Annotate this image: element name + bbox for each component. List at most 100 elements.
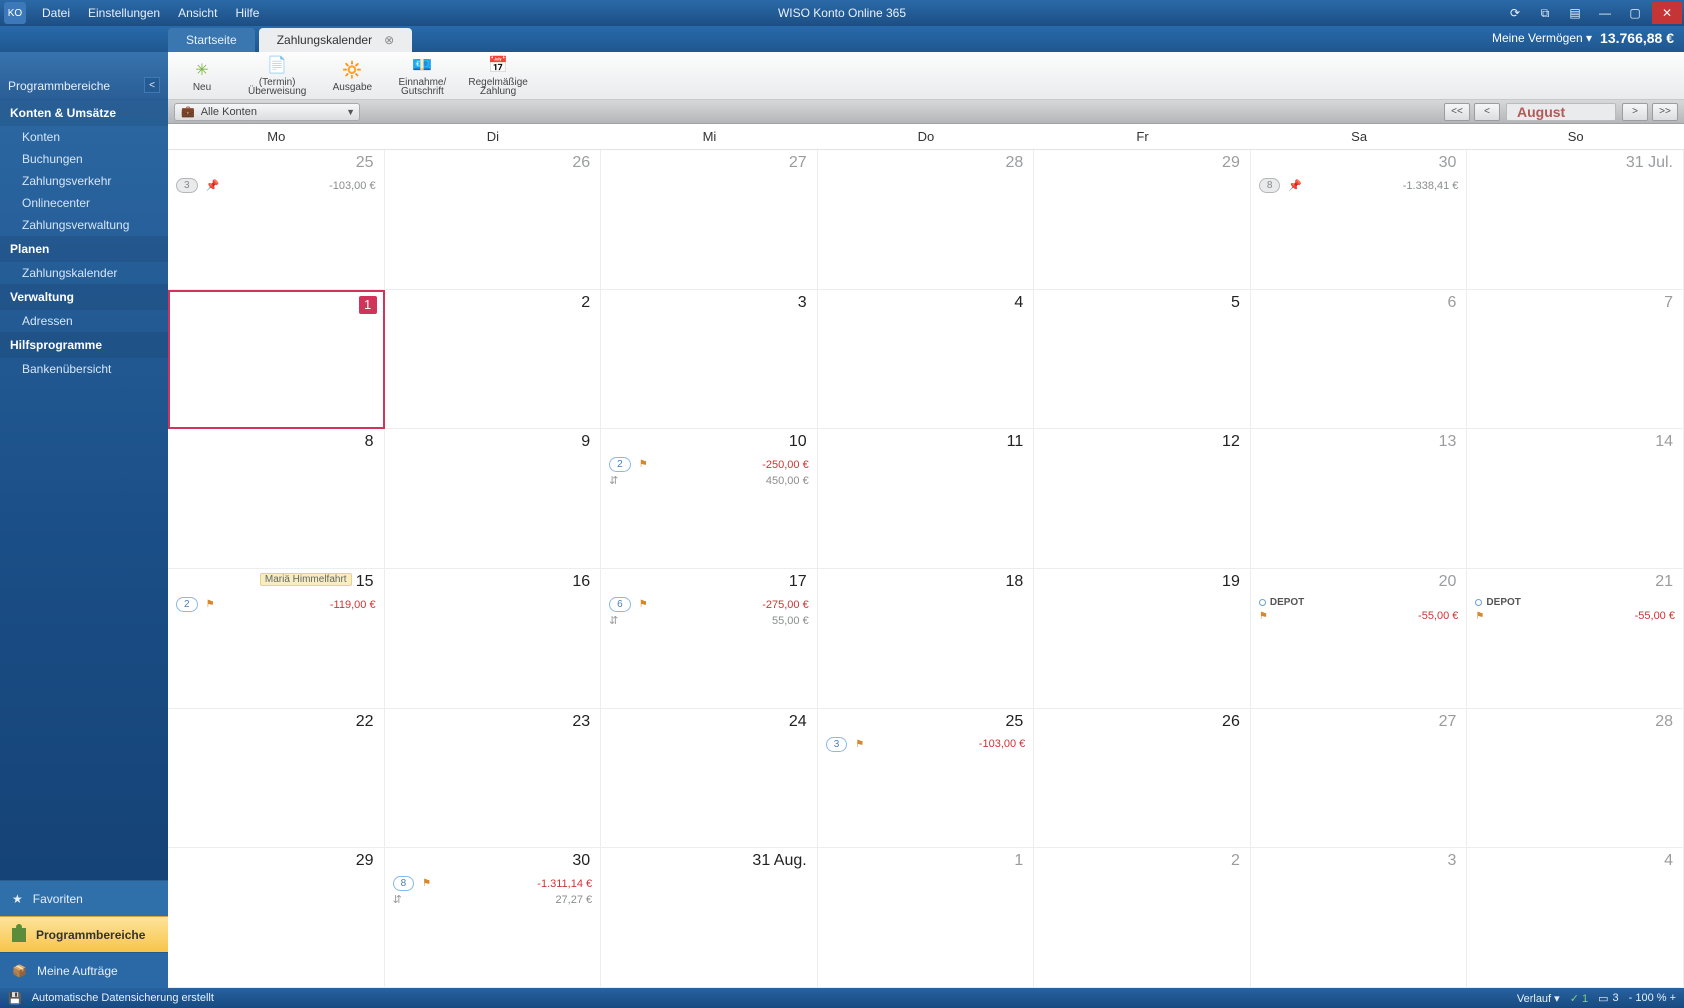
- entry-amount: -55,00 €: [1418, 610, 1458, 622]
- calendar-day[interactable]: 27: [1251, 709, 1468, 849]
- month-next-button[interactable]: >: [1622, 103, 1648, 121]
- calendar-day[interactable]: 13: [1251, 429, 1468, 569]
- tab-close-icon[interactable]: ⊗: [384, 33, 394, 47]
- ribbon-termin-ueberweisung[interactable]: 📄(Termin)Überweisung: [248, 54, 306, 97]
- popout-icon[interactable]: ⧉: [1532, 3, 1558, 23]
- status-docs[interactable]: ▭3: [1598, 992, 1619, 1005]
- calendar-day[interactable]: 29: [1034, 150, 1251, 290]
- calendar-day[interactable]: 31 Aug.: [601, 848, 818, 988]
- calendar-day[interactable]: 27: [601, 150, 818, 290]
- menu-einstellungen[interactable]: Einstellungen: [80, 4, 168, 22]
- month-last-button[interactable]: >>: [1652, 103, 1678, 121]
- calendar-day[interactable]: 28: [1467, 709, 1684, 849]
- calendar-day[interactable]: 23: [385, 709, 602, 849]
- calendar-day[interactable]: 15Mariä Himmelfahrt2⚑-119,00 €: [168, 569, 385, 709]
- current-month[interactable]: August: [1506, 103, 1616, 121]
- sidebar-section-konten[interactable]: Konten & Umsätze: [0, 100, 168, 126]
- accounts-dropdown[interactable]: 💼 Alle Konten ▼: [174, 103, 360, 121]
- calendar-day[interactable]: 12: [1034, 429, 1251, 569]
- calendar-day[interactable]: 19: [1034, 569, 1251, 709]
- ribbon-einnahme[interactable]: 💶Einnahme/Gutschrift: [398, 54, 446, 97]
- entry-amount: -275,00 €: [762, 599, 808, 611]
- close-button[interactable]: ✕: [1652, 2, 1682, 24]
- calendar-day[interactable]: 2: [385, 290, 602, 430]
- favoriten-button[interactable]: ★Favoriten: [0, 880, 168, 916]
- sidebar-item-zahlungskalender[interactable]: Zahlungskalender: [0, 262, 168, 284]
- sidebar-item-adressen[interactable]: Adressen: [0, 310, 168, 332]
- calendar-day[interactable]: 8: [168, 429, 385, 569]
- sidebar-item-buchungen[interactable]: Buchungen: [0, 148, 168, 170]
- sidebar-section-hilfsprogramme[interactable]: Hilfsprogramme: [0, 332, 168, 358]
- calendar-day[interactable]: 2: [1034, 848, 1251, 988]
- entry-count-badge: 3: [826, 737, 848, 752]
- calendar-day[interactable]: 253📌-103,00 €: [168, 150, 385, 290]
- sidebar-item-zahlungsverkehr[interactable]: Zahlungsverkehr: [0, 170, 168, 192]
- calendar-day[interactable]: 20DEPOT⚑-55,00 €: [1251, 569, 1468, 709]
- sidebar-item-bankenuebersicht[interactable]: Bankenübersicht: [0, 358, 168, 380]
- calendar-day[interactable]: 253⚑-103,00 €: [818, 709, 1035, 849]
- calendar-day[interactable]: 28: [818, 150, 1035, 290]
- calendar-day[interactable]: 26: [385, 150, 602, 290]
- calendar-day[interactable]: 9: [385, 429, 602, 569]
- calendar-day[interactable]: 4: [1467, 848, 1684, 988]
- refresh-icon[interactable]: ⟳: [1502, 3, 1528, 23]
- ribbon-ausgabe[interactable]: 🔆Ausgabe: [328, 59, 376, 93]
- weekday-do: Do: [818, 124, 1035, 149]
- entry-amount: -119,00 €: [330, 599, 376, 611]
- calendar-day[interactable]: 176⚑-275,00 €⇵55,00 €: [601, 569, 818, 709]
- calendar-day[interactable]: 3: [601, 290, 818, 430]
- calendar-day[interactable]: 308⚑-1.311,14 €⇵27,27 €: [385, 848, 602, 988]
- calendar-day[interactable]: 5: [1034, 290, 1251, 430]
- star-icon: ★: [12, 892, 23, 906]
- calendar-day[interactable]: 7: [1467, 290, 1684, 430]
- calendar-day[interactable]: 14: [1467, 429, 1684, 569]
- calendar-day[interactable]: 18: [818, 569, 1035, 709]
- verlauf-dropdown[interactable]: Verlauf ▾: [1517, 992, 1560, 1005]
- wealth-dropdown[interactable]: Meine Vermögen ▾: [1492, 31, 1592, 45]
- save-icon: 💾: [8, 992, 22, 1005]
- meine-auftraege-button[interactable]: 📦Meine Aufträge: [0, 952, 168, 988]
- menu-datei[interactable]: Datei: [34, 4, 78, 22]
- calendar-day[interactable]: 3: [1251, 848, 1468, 988]
- calendar-day[interactable]: 308📌-1.338,41 €: [1251, 150, 1468, 290]
- menu-hilfe[interactable]: Hilfe: [227, 4, 267, 22]
- calendar-day[interactable]: 24: [601, 709, 818, 849]
- tab-zahlungskalender-label: Zahlungskalender: [277, 33, 372, 47]
- day-number: 26: [572, 154, 590, 172]
- calendar-day[interactable]: 21DEPOT⚑-55,00 €: [1467, 569, 1684, 709]
- calendar-day[interactable]: 6: [1251, 290, 1468, 430]
- entry-amount: -1.338,41 €: [1403, 180, 1459, 192]
- ribbon-neu[interactable]: ✳Neu: [178, 59, 226, 93]
- holiday-badge: Mariä Himmelfahrt: [260, 573, 352, 586]
- month-prev-button[interactable]: <: [1474, 103, 1500, 121]
- programmbereiche-button[interactable]: Programmbereiche: [0, 916, 168, 952]
- month-first-button[interactable]: <<: [1444, 103, 1470, 121]
- calendar-day[interactable]: 1: [818, 848, 1035, 988]
- ribbon-regelmaessig[interactable]: 📅RegelmäßigeZahlung: [468, 54, 527, 97]
- calendar-day[interactable]: 16: [385, 569, 602, 709]
- sidebar-section-planen[interactable]: Planen: [0, 236, 168, 262]
- calendar-day[interactable]: 26: [1034, 709, 1251, 849]
- calendar-day[interactable]: 102⚑-250,00 €⇵450,00 €: [601, 429, 818, 569]
- day-number: 27: [789, 154, 807, 172]
- calendar-day[interactable]: 11: [818, 429, 1035, 569]
- sidebar-item-konten[interactable]: Konten: [0, 126, 168, 148]
- notes-icon[interactable]: ▤: [1562, 3, 1588, 23]
- calendar-day[interactable]: 31 Jul.: [1467, 150, 1684, 290]
- calendar-day[interactable]: 22: [168, 709, 385, 849]
- tab-startseite[interactable]: Startseite: [168, 28, 255, 52]
- minimize-button[interactable]: —: [1592, 3, 1618, 23]
- menu-ansicht[interactable]: Ansicht: [170, 4, 225, 22]
- calendar-day[interactable]: 1: [168, 290, 385, 430]
- calendar-day[interactable]: 29: [168, 848, 385, 988]
- maximize-button[interactable]: ▢: [1622, 3, 1648, 23]
- box-icon: 📦: [12, 964, 27, 978]
- sidebar-item-zahlungsverwaltung[interactable]: Zahlungsverwaltung: [0, 214, 168, 236]
- sidebar-collapse-icon[interactable]: <: [144, 77, 160, 93]
- calendar-day[interactable]: 4: [818, 290, 1035, 430]
- sidebar-item-onlinecenter[interactable]: Onlinecenter: [0, 192, 168, 214]
- tab-zahlungskalender[interactable]: Zahlungskalender ⊗: [259, 28, 412, 52]
- zoom-control[interactable]: - 100 % +: [1629, 992, 1676, 1004]
- day-number: 6: [1448, 294, 1457, 312]
- sidebar-section-verwaltung[interactable]: Verwaltung: [0, 284, 168, 310]
